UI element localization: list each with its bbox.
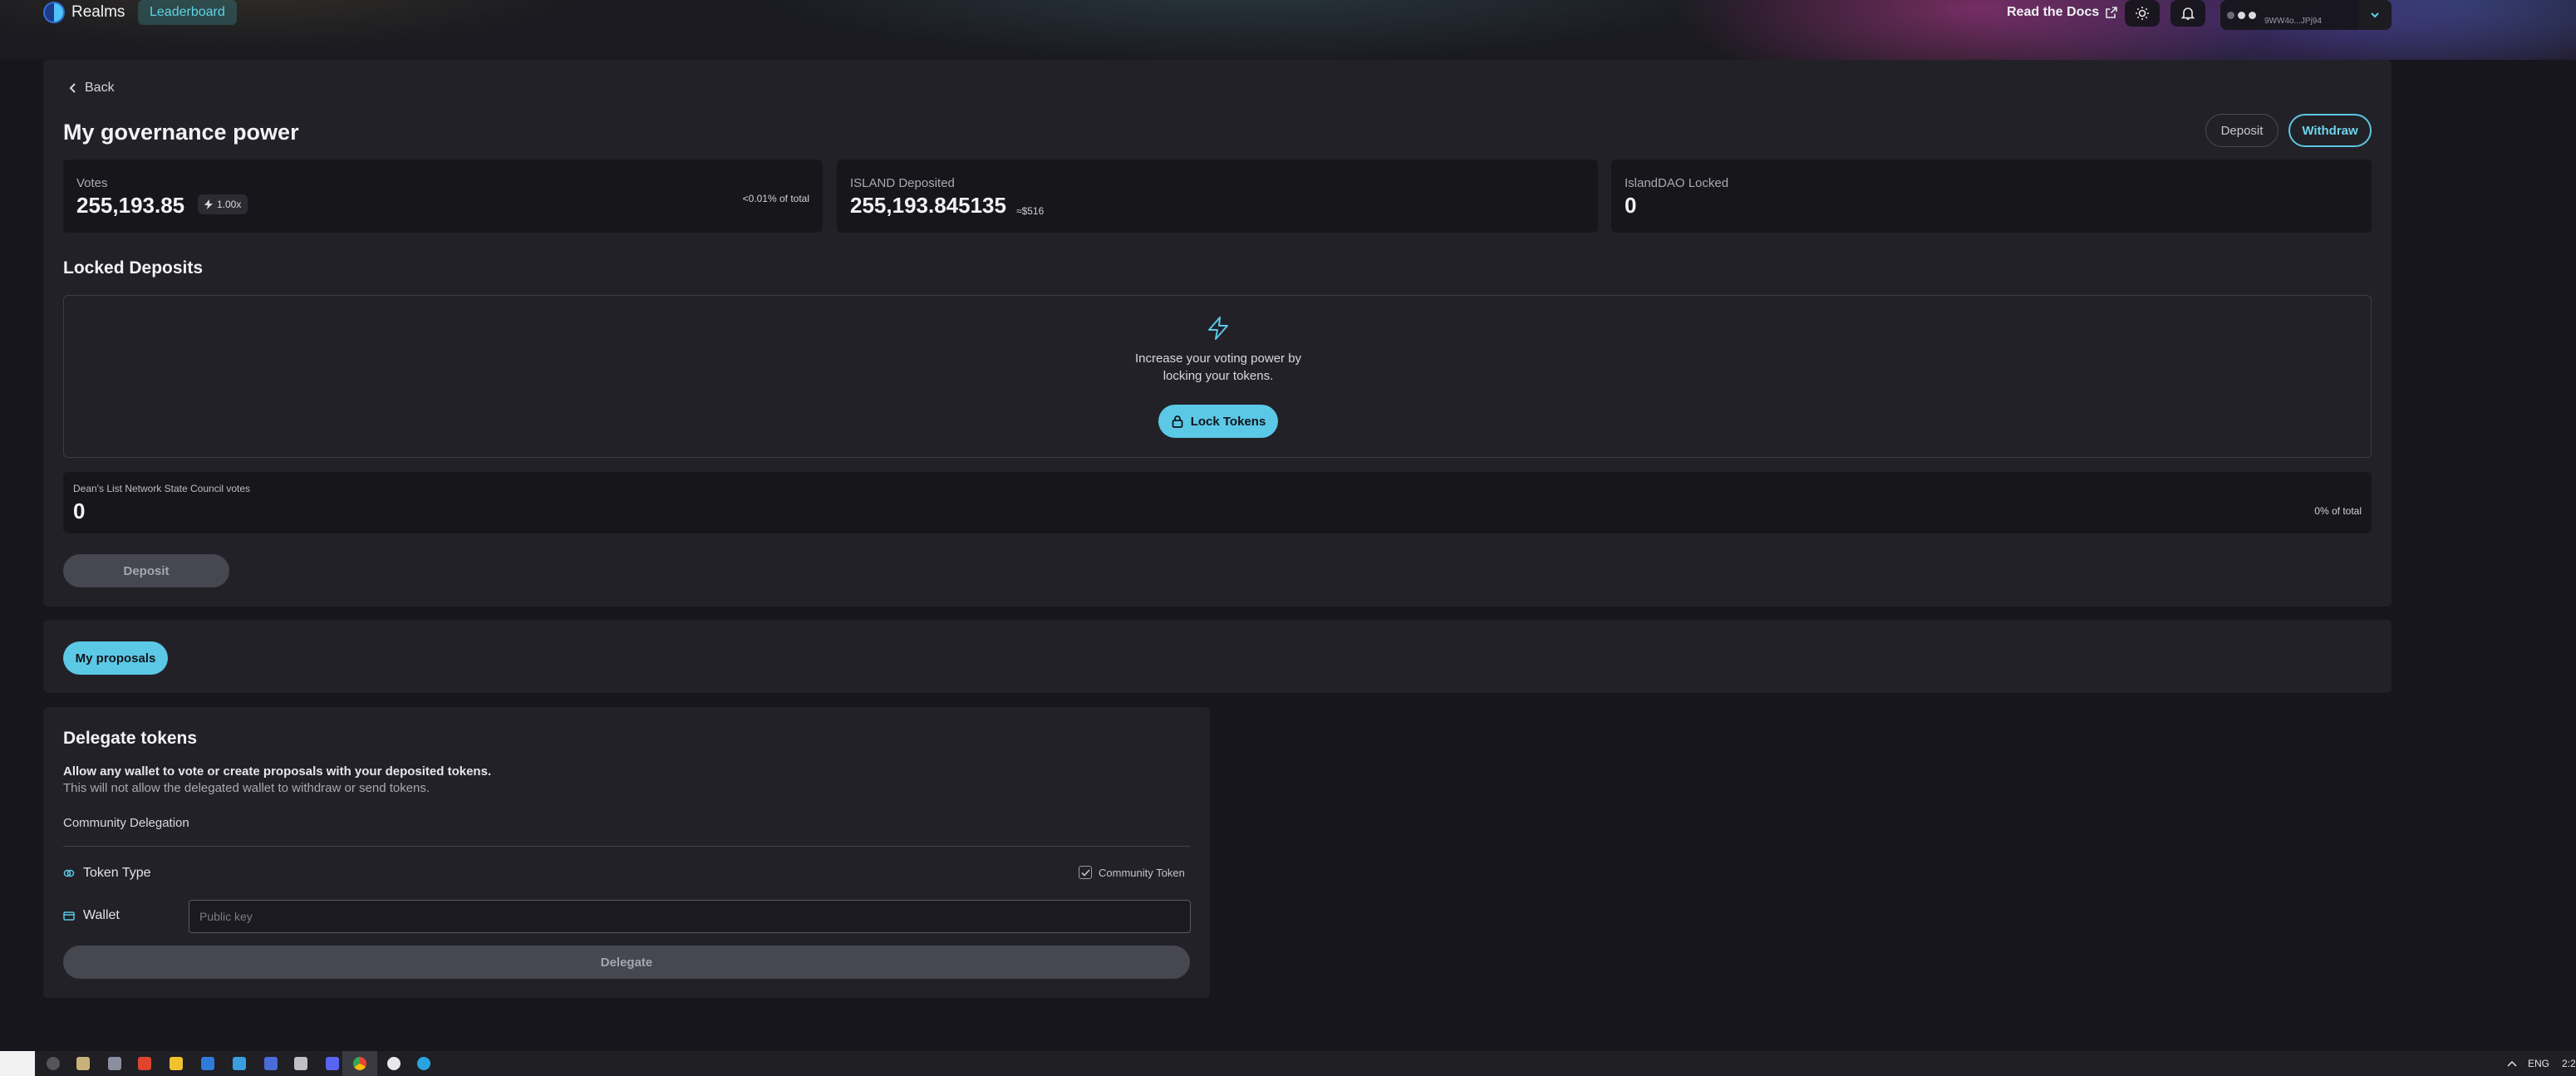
divider	[63, 846, 1190, 847]
council-votes-share: 0% of total	[2314, 505, 2362, 517]
brave-browser-icon[interactable]	[138, 1057, 151, 1070]
chevron-down-icon	[2371, 12, 2379, 18]
multiplier-value: 1.00x	[217, 199, 242, 210]
deposited-value: 255,193.845135	[850, 193, 1006, 218]
app-icon[interactable]	[294, 1057, 307, 1070]
wallet-avatar-icon	[2227, 11, 2256, 19]
withdraw-button[interactable]: Withdraw	[2288, 114, 2372, 147]
start-button[interactable]	[0, 1051, 35, 1076]
chevron-left-icon	[69, 83, 76, 93]
community-token-option[interactable]: Community Token	[1079, 866, 1185, 879]
locked-deposits-title: Locked Deposits	[63, 258, 204, 278]
lock-message: Increase your voting power by locking yo…	[64, 350, 2372, 385]
media-player-icon[interactable]	[387, 1057, 401, 1070]
deposited-label: ISLAND Deposited	[850, 176, 955, 190]
external-link-icon	[2106, 7, 2117, 18]
wallet-icon	[63, 911, 75, 921]
council-votes-label: Dean's List Network State Council votes	[73, 483, 251, 494]
votes-card: Votes 255,193.85 1.00x <0.01% of total	[63, 160, 823, 233]
community-delegation-heading: Community Delegation	[63, 816, 189, 830]
bell-icon	[2180, 7, 2195, 20]
lock-icon	[1172, 415, 1183, 428]
lightning-icon	[1208, 317, 1228, 340]
lock-tokens-button[interactable]: Lock Tokens	[1158, 405, 1278, 438]
file-explorer-icon[interactable]	[170, 1057, 183, 1070]
coins-icon	[63, 869, 75, 877]
steam-icon[interactable]	[264, 1057, 278, 1070]
proposals-panel	[43, 620, 2392, 693]
brand-logo[interactable]: Realms	[43, 0, 125, 25]
lock-message-line2: locking your tokens.	[1163, 369, 1274, 383]
delegate-title: Delegate tokens	[63, 729, 198, 748]
clock[interactable]: 2:2	[2562, 1051, 2576, 1076]
top-nav: Realms Leaderboard Read the Docs 9WW4o..…	[0, 0, 2576, 60]
calculator-icon[interactable]	[108, 1057, 121, 1070]
deposit-button[interactable]: Deposit	[2205, 114, 2279, 147]
locked-value: 0	[1625, 193, 1637, 218]
settings-app-icon[interactable]	[47, 1057, 60, 1070]
sun-icon	[2136, 7, 2149, 20]
wallet-label: Wallet	[83, 908, 120, 922]
council-deposit-button[interactable]: Deposit	[63, 554, 229, 587]
page-title: My governance power	[63, 120, 299, 145]
leaderboard-link[interactable]: Leaderboard	[138, 0, 237, 25]
tray-overflow-icon[interactable]	[2507, 1051, 2517, 1076]
os-taskbar: ENG 2:2	[0, 1051, 2576, 1076]
outlook-icon[interactable]	[201, 1057, 214, 1070]
wallet-address: 9WW4o...JPj94	[2264, 16, 2322, 26]
votes-share: <0.01% of total	[742, 193, 809, 204]
multiplier-badge: 1.00x	[198, 194, 248, 214]
lock-tokens-label: Lock Tokens	[1190, 414, 1266, 429]
language-indicator[interactable]: ENG	[2528, 1051, 2549, 1076]
read-docs-label: Read the Docs	[2007, 5, 2100, 19]
votes-label: Votes	[76, 176, 108, 190]
app-icon[interactable]	[76, 1057, 90, 1070]
public-key-input[interactable]	[189, 900, 1191, 933]
delegate-description: Allow any wallet to vote or create propo…	[63, 764, 492, 779]
back-link[interactable]: Back	[68, 81, 115, 96]
delegate-note: This will not allow the delegated wallet…	[63, 781, 430, 795]
read-docs-link[interactable]: Read the Docs	[2007, 0, 2117, 25]
locked-card: IslandDAO Locked 0	[1611, 160, 2372, 233]
token-type-row: Token Type	[63, 866, 151, 881]
remote-desktop-icon[interactable]	[233, 1057, 246, 1070]
deposited-card: ISLAND Deposited 255,193.845135 ≈$516	[837, 160, 1598, 233]
council-votes-card: Dean's List Network State Council votes …	[63, 472, 2372, 533]
deposited-usd: ≈$516	[1016, 205, 1045, 217]
wallet-menu-button[interactable]	[2358, 0, 2392, 30]
lightning-icon	[204, 199, 213, 209]
votes-value: 255,193.85	[76, 193, 185, 218]
locked-deposits-empty-state: Increase your voting power by locking yo…	[63, 295, 2372, 458]
checkmark-icon	[1080, 868, 1090, 877]
notifications-button[interactable]	[2170, 0, 2205, 27]
token-type-label: Token Type	[83, 866, 151, 880]
brand-name: Realms	[71, 3, 125, 21]
chrome-icon[interactable]	[353, 1057, 366, 1070]
locked-label: IslandDAO Locked	[1625, 176, 1729, 190]
realms-logo-icon	[43, 2, 65, 23]
wallet-row: Wallet	[63, 908, 120, 923]
telegram-icon[interactable]	[417, 1057, 430, 1070]
council-votes-value: 0	[73, 499, 86, 523]
community-token-label: Community Token	[1099, 866, 1185, 879]
my-proposals-button[interactable]: My proposals	[63, 641, 168, 675]
discord-icon[interactable]	[326, 1057, 339, 1070]
back-label: Back	[85, 81, 115, 95]
theme-toggle-button[interactable]	[2125, 0, 2160, 27]
delegate-button[interactable]: Delegate	[63, 946, 1190, 979]
app-root: Realms Leaderboard Read the Docs 9WW4o..…	[0, 0, 2576, 1076]
community-token-checkbox[interactable]	[1079, 866, 1092, 879]
lock-message-line1: Increase your voting power by	[1134, 351, 1302, 366]
